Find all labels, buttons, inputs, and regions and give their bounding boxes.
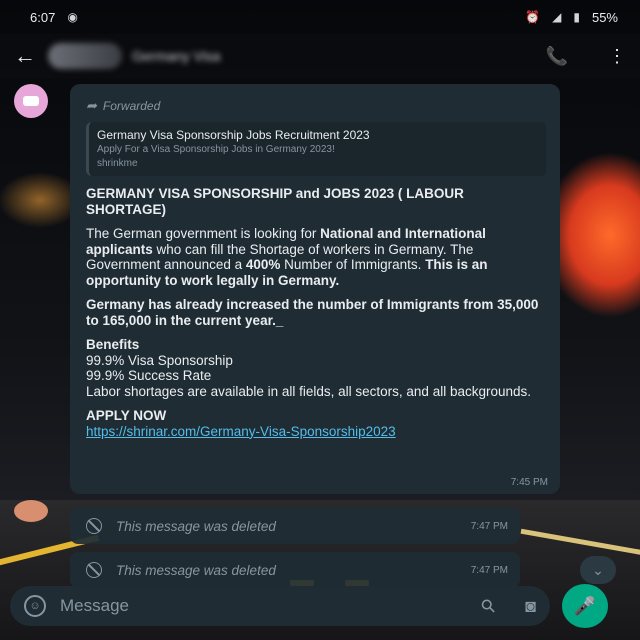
deleted-message-text: This message was deleted (116, 562, 276, 578)
deleted-message-time: 7:47 PM (470, 520, 508, 532)
apply-block: APPLY NOW https://shrinar.com/Germany-Vi… (86, 408, 546, 439)
sender-avatar-image (23, 96, 39, 106)
link-preview[interactable]: Germany Visa Sponsorship Jobs Recruitmen… (86, 122, 546, 176)
forwarded-label: ➦ Forwarded (86, 98, 546, 114)
status-bar: 6:07 ◉ ⏰ ◢ ▮ 55% (0, 0, 640, 34)
mic-icon: 🎤 (573, 595, 597, 616)
emoji-icon[interactable]: ☺ (24, 595, 46, 617)
deleted-message[interactable]: This message was deleted 7:47 PM (70, 552, 520, 588)
battery-icon: ▮ (573, 10, 580, 24)
link-preview-title: Germany Visa Sponsorship Jobs Recruitmen… (97, 128, 370, 142)
notification-icon: ◉ (67, 10, 78, 24)
message-input[interactable] (60, 596, 482, 616)
message-span-bold: 400% (245, 257, 285, 272)
scroll-down-button[interactable]: ⌄ (580, 556, 616, 584)
message-composer: ☺ ⚲ ◙ (10, 586, 550, 626)
more-vertical-icon[interactable]: ⋮ (608, 46, 626, 67)
benefit-item: 99.9% Visa Sponsorship (86, 352, 233, 368)
deleted-message[interactable]: This message was deleted 7:47 PM (70, 508, 520, 544)
contact-name[interactable]: Germany Visa (132, 48, 220, 64)
chevron-down-icon: ⌄ (592, 561, 604, 578)
back-arrow-icon[interactable]: ← (14, 43, 42, 69)
forward-arrow-icon: ➦ (86, 98, 97, 113)
forwarded-text: Forwarded (102, 99, 161, 113)
deleted-message-time: 7:47 PM (470, 564, 508, 576)
call-add-icon[interactable]: 📞 (546, 46, 568, 67)
link-preview-subtitle: Apply For a Visa Sponsorship Jobs in Ger… (97, 144, 335, 155)
apply-link[interactable]: https://shrinar.com/Germany-Visa-Sponsor… (86, 424, 396, 439)
message-heading: GERMANY VISA SPONSORSHIP and JOBS 2023 (… (86, 186, 464, 217)
message-span: The German government is looking for (86, 226, 321, 241)
signal-icon: ◢ (552, 10, 562, 24)
message-paragraph: The German government is looking for Nat… (86, 226, 546, 288)
benefits-title: Benefits (86, 337, 140, 352)
benefit-item: 99.9% Success Rate (86, 368, 212, 383)
camera-icon[interactable]: ◙ (525, 596, 536, 617)
apply-label: APPLY NOW (86, 408, 167, 423)
sender-avatar[interactable] (14, 500, 48, 522)
contact-avatar[interactable] (48, 43, 122, 69)
message-paragraph: Germany has already increased the number… (86, 297, 539, 328)
deleted-message-text: This message was deleted (116, 518, 276, 534)
deleted-icon (86, 518, 102, 534)
chat-app-bar: ← Germany Visa 📞 ⋮ (0, 34, 640, 78)
deleted-icon (86, 562, 102, 578)
message-time: 7:45 PM (510, 477, 548, 488)
message-span: Number of Immigrants. (284, 257, 426, 272)
link-preview-domain: shrinkme (97, 158, 138, 169)
status-time: 6:07 (30, 9, 56, 25)
battery-level: 55% (591, 9, 618, 25)
alarm-icon: ⏰ (525, 10, 541, 24)
message-bubble[interactable]: ➦ Forwarded Germany Visa Sponsorship Job… (70, 84, 560, 494)
message-text: GERMANY VISA SPONSORSHIP and JOBS 2023 (… (86, 186, 546, 439)
benefit-item: Labor shortages are available in all fie… (86, 383, 532, 399)
benefits-block: Benefits 99.9% Visa Sponsorship 99.9% Su… (86, 337, 546, 399)
sender-avatar[interactable] (14, 84, 48, 118)
mic-button[interactable]: 🎤 (562, 584, 608, 628)
